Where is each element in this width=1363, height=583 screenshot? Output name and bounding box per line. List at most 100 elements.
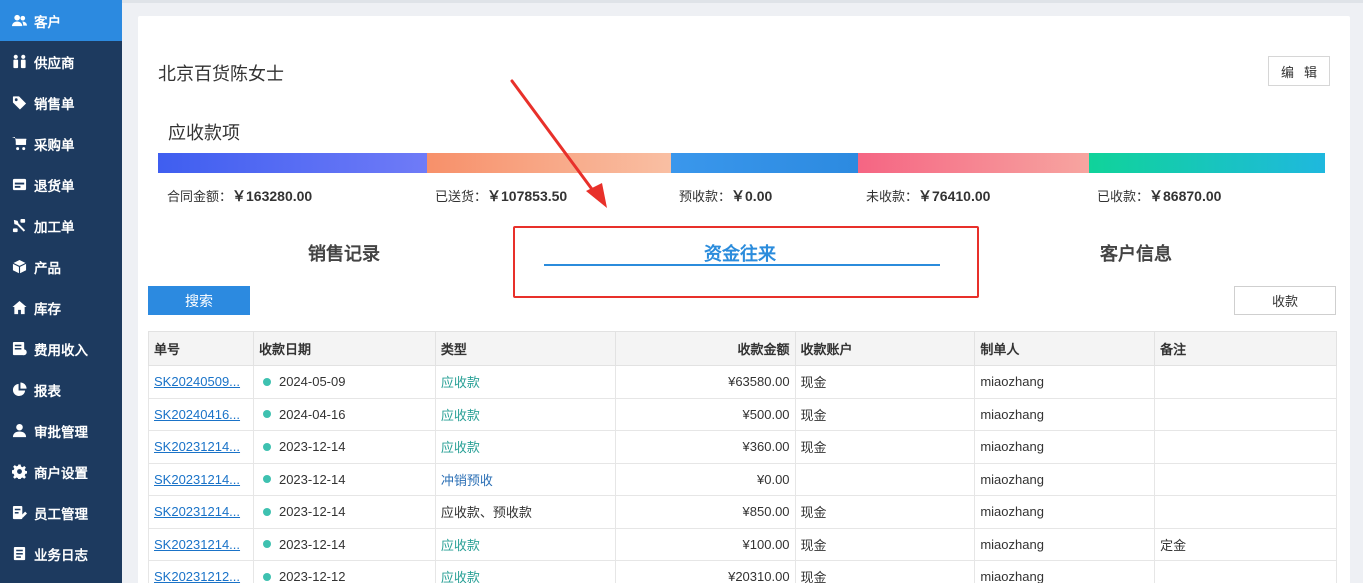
row-id: SK20240416... [148,397,254,431]
col-header-amount[interactable]: 收款金额 [614,331,796,366]
row-id-link[interactable]: SK20231214... [154,537,240,552]
row-id: SK20240509... [148,365,254,399]
row-note [1154,430,1337,464]
row-maker: miaozhang [974,560,1156,583]
user-icon [11,423,27,439]
row-id-link[interactable]: SK20231214... [154,472,240,487]
row-note [1154,365,1337,399]
search-button[interactable]: 搜索 [148,286,250,315]
receivables-title: 应收款项 [168,123,240,143]
row-account [794,462,976,496]
row-type: 冲销预收 [434,462,616,496]
row-account: 现金 [794,430,976,464]
payments-table: 单号 收款日期 类型 收款金额 收款账户 制单人 备注 SK20240509..… [148,331,1337,583]
contract-amount: 合同金额：￥163280.00 [167,188,313,204]
sidebar-item-approvals[interactable]: 审批管理 [0,410,122,451]
row-id-link[interactable]: SK20240509... [154,374,240,389]
table-row[interactable]: SK20240416... 2024-04-16 应收款 ¥500.00 现金 miaoz… [148,397,1337,431]
sidebar-item-returns[interactable]: 退货单 [0,164,122,205]
sidebar-item-label: 销售单 [34,96,75,112]
table-row[interactable]: SK20231214... 2023-12-14 应收款 ¥360.00 现金 miaoz… [148,430,1337,464]
sidebar-item-merchant-settings[interactable]: 商户设置 [0,451,122,492]
sidebar-item-label: 审批管理 [34,424,88,440]
sidebar-item-products[interactable]: 产品 [0,246,122,287]
row-type: 应收款 [434,365,616,399]
row-maker: miaozhang [974,397,1156,431]
sidebar-item-sales-orders[interactable]: 销售单 [0,82,122,123]
home-icon [11,300,27,316]
row-date: 2024-05-09 [252,365,436,399]
row-amount: ¥360.00 [614,430,796,464]
row-type: 应收款 [434,560,616,583]
sidebar-item-expenses-income[interactable]: 费用收入 [0,328,122,369]
row-id-link[interactable]: SK20231214... [154,504,240,519]
sidebar-item-customers[interactable]: 客户 [0,0,122,41]
paid-amount: 已收款：￥86870.00 [1097,188,1222,204]
top-strip [122,0,1363,3]
row-amount: ¥100.00 [614,527,796,561]
row-maker: miaozhang [974,365,1156,399]
edit-button[interactable]: 编辑 [1268,56,1330,86]
status-dot-icon [262,377,271,386]
row-type: 应收款、预收款 [434,495,616,529]
table-row[interactable]: SK20231214... 2023-12-14 冲销预收 ¥0.00 miaozhan… [148,462,1337,496]
row-maker: miaozhang [974,495,1156,529]
row-type: 应收款 [434,430,616,464]
tool-icon [11,218,27,234]
row-amount: ¥20310.00 [614,560,796,583]
collect-payment-button[interactable]: 收款 [1234,286,1336,315]
sidebar-item-label: 报表 [34,383,61,399]
col-header-account[interactable]: 收款账户 [794,331,976,366]
row-id-link[interactable]: SK20231212... [154,569,240,583]
col-header-date[interactable]: 收款日期 [252,331,436,366]
tab-sales-records[interactable]: 销售记录 [308,240,380,266]
row-amount: ¥500.00 [614,397,796,431]
table-row[interactable]: SK20231212... 2023-12-12 应收款 ¥20310.00 现金 mia… [148,560,1337,583]
return-icon [11,177,27,193]
col-header-type[interactable]: 类型 [434,331,616,366]
col-header-id[interactable]: 单号 [148,331,254,366]
row-id-link[interactable]: SK20231214... [154,439,240,454]
sidebar-item-label: 供应商 [34,55,75,71]
row-note [1154,560,1337,583]
sidebar-item-inventory[interactable]: 库存 [0,287,122,328]
table-row[interactable]: SK20231214... 2023-12-14 应收款 ¥100.00 现金 miaoz… [148,527,1337,561]
row-date: 2023-12-14 [252,527,436,561]
sidebar-item-label: 加工单 [34,219,75,235]
row-date: 2023-12-14 [252,462,436,496]
unpaid-amount-bar [858,153,1089,173]
row-note [1154,495,1337,529]
row-id: SK20231214... [148,430,254,464]
sidebar-item-purchase-orders[interactable]: 采购单 [0,123,122,164]
table-row[interactable]: SK20240509... 2024-05-09 应收款 ¥63580.00 现金 mia… [148,365,1337,399]
row-account: 现金 [794,397,976,431]
ledger-icon [11,341,27,357]
sidebar-item-label: 商户设置 [34,465,88,481]
employee-icon [11,505,27,521]
sidebar-item-label: 产品 [34,260,61,276]
tab-customer-info[interactable]: 客户信息 [1100,240,1172,266]
shipped-amount-bar [427,153,671,173]
row-date: 2023-12-14 [252,495,436,529]
row-amount: ¥63580.00 [614,365,796,399]
table-header-row: 单号 收款日期 类型 收款金额 收款账户 制单人 备注 [148,331,1337,366]
annotation-highlight-box [513,226,979,298]
sidebar-item-processing[interactable]: 加工单 [0,205,122,246]
table-row[interactable]: SK20231214... 2023-12-14 应收款、预收款 ¥850.00 现金 m… [148,495,1337,529]
row-id: SK20231214... [148,527,254,561]
status-dot-icon [262,475,271,484]
sidebar-item-business-log[interactable]: 业务日志 [0,533,122,574]
status-dot-icon [262,410,271,419]
col-header-note[interactable]: 备注 [1154,331,1337,366]
status-dot-icon [262,572,271,581]
sidebar-item-reports[interactable]: 报表 [0,369,122,410]
row-id-link[interactable]: SK20240416... [154,407,240,422]
row-date: 2023-12-12 [252,560,436,583]
row-note [1154,462,1337,496]
col-header-maker[interactable]: 制单人 [974,331,1156,366]
sidebar-item-label: 采购单 [34,137,75,153]
sidebar-item-employees[interactable]: 员工管理 [0,492,122,533]
row-type: 应收款 [434,397,616,431]
supplier-icon [11,54,27,70]
sidebar-item-suppliers[interactable]: 供应商 [0,41,122,82]
